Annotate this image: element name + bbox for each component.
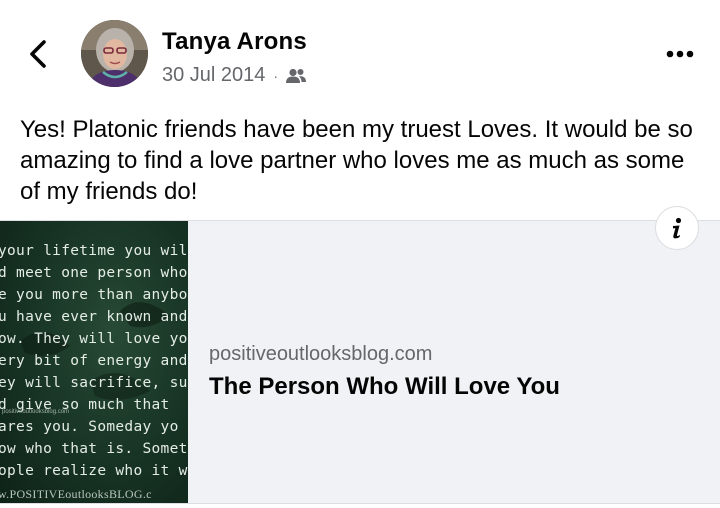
post-date[interactable]: 30 Jul 2014 bbox=[162, 64, 265, 87]
link-domain: positiveoutlooksblog.com bbox=[209, 343, 433, 365]
thumbnail-text-line: ow who that is. Sometim bbox=[0, 441, 188, 457]
meta-separator: · bbox=[273, 67, 279, 84]
author-name[interactable]: Tanya Arons bbox=[162, 28, 307, 56]
chevron-left-icon bbox=[30, 40, 46, 68]
thumbnail-text-line: u have ever known and v bbox=[0, 309, 188, 325]
thumbnail-text-line: e you more than anybo bbox=[0, 287, 188, 303]
link-thumbnail: your lifetime you will f d meet one pers… bbox=[0, 221, 188, 503]
thumbnail-text-line: your lifetime you will f bbox=[0, 243, 188, 259]
back-button[interactable] bbox=[22, 34, 58, 74]
more-horizontal-icon bbox=[666, 50, 694, 58]
link-preview-card[interactable]: your lifetime you will f d meet one pers… bbox=[0, 206, 720, 504]
thumbnail-text-line: d meet one person who v bbox=[0, 265, 188, 281]
thumbnail-text-line: ey will sacrifice, surrend bbox=[0, 375, 188, 391]
avatar-image bbox=[81, 20, 148, 87]
avatar[interactable] bbox=[81, 20, 148, 87]
info-button[interactable] bbox=[655, 206, 699, 250]
thumbnail-text-line: ares you. Someday yo bbox=[0, 419, 179, 435]
thumbnail-watermark: positiveoutlooksblog.com bbox=[2, 409, 70, 415]
thumbnail-footer: w.POSITIVEoutlooksBLOG.c bbox=[0, 487, 152, 501]
thumbnail-text-line: ow. They will love you w bbox=[0, 331, 188, 347]
friends-icon[interactable] bbox=[285, 68, 307, 84]
info-icon bbox=[673, 217, 682, 239]
post-meta: 30 Jul 2014 · bbox=[162, 64, 307, 87]
thumbnail-text-line: ery bit of energy and sc bbox=[0, 353, 188, 369]
post-text: Yes! Platonic friends have been my trues… bbox=[20, 116, 693, 205]
link-title[interactable]: The Person Who Will Love You bbox=[209, 373, 560, 401]
thumbnail-text-line: ople realize who it was. - bbox=[0, 463, 188, 479]
more-options-button[interactable] bbox=[660, 42, 700, 66]
post-header: Tanya Arons 30 Jul 2014 · bbox=[0, 0, 720, 105]
